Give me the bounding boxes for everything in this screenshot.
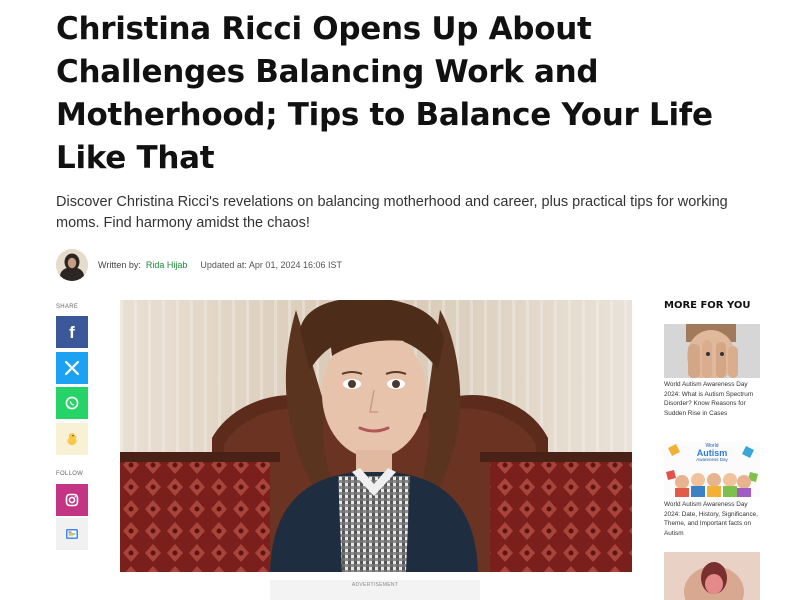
more-for-you-link-2[interactable]: World Autism Awareness Day 2024: Date, H…: [664, 500, 764, 538]
more-for-you-thumbnail-2[interactable]: World Autism Awareness Day: [664, 442, 760, 497]
follow-label: FOLLOW: [56, 471, 84, 477]
instagram-follow-button[interactable]: [56, 484, 88, 516]
more-for-you-thumbnail-3[interactable]: [664, 552, 760, 600]
author-avatar[interactable]: [56, 249, 88, 281]
whatsapp-icon: [64, 395, 80, 411]
facebook-icon: f: [69, 322, 75, 342]
more-for-you-link-1[interactable]: World Autism Awareness Day 2024: What is…: [664, 380, 764, 418]
badge-line-3: Awareness Day: [696, 457, 728, 462]
x-share-button[interactable]: [56, 352, 88, 384]
article-subhead: Discover Christina Ricci's revelations o…: [56, 194, 728, 231]
share-label: SHARE: [56, 304, 79, 310]
article-headline: Christina Ricci Opens Up About Challenge…: [56, 11, 713, 176]
byline: Written by: Rida Hijab Updated at: Apr 0…: [56, 248, 342, 282]
hero-image: [120, 300, 632, 572]
x-icon: [64, 360, 80, 376]
facebook-share-button[interactable]: f: [56, 316, 88, 348]
google-news-follow-button[interactable]: [56, 518, 88, 550]
more-for-you-title: MORE FOR YOU: [664, 300, 751, 311]
instagram-icon: [64, 492, 80, 508]
whatsapp-share-button[interactable]: [56, 387, 88, 419]
author-link[interactable]: Rida Hijab: [146, 260, 188, 270]
more-for-you-thumbnail-1[interactable]: [664, 324, 760, 378]
koo-share-button[interactable]: [56, 423, 88, 455]
google-news-icon: [64, 526, 80, 542]
advertisement-label: ADVERTISEMENT: [270, 580, 480, 600]
updated-timestamp: Updated at: Apr 01, 2024 16:06 IST: [200, 260, 342, 270]
written-by-label: Written by:: [98, 260, 141, 270]
koo-icon: [64, 431, 80, 447]
